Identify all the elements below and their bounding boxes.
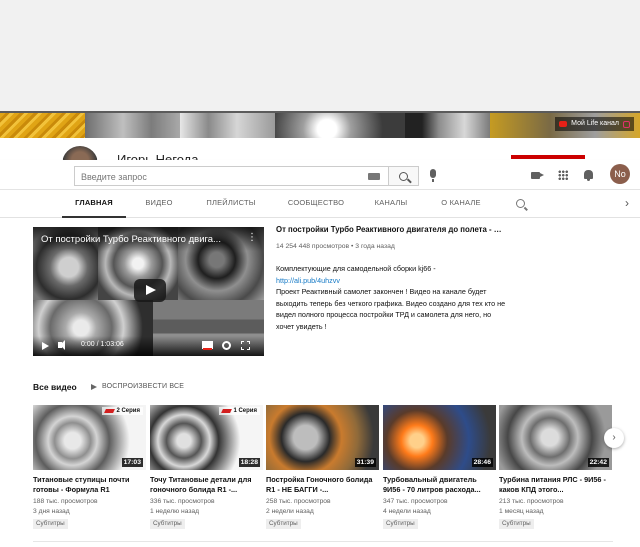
play-button[interactable] bbox=[134, 279, 166, 302]
channel-name: Игорь Негода bbox=[117, 152, 199, 160]
subtitles-icon[interactable] bbox=[202, 341, 213, 350]
video-age: 2 недели назад bbox=[266, 508, 314, 515]
channel-home-content: От постройки Турбо Реактивного двига... … bbox=[0, 218, 640, 547]
player-more-icon[interactable]: ⋮ bbox=[247, 232, 257, 243]
banner-links[interactable]: Мой Life канал bbox=[555, 117, 634, 131]
video-thumbnail[interactable]: 28:46 bbox=[383, 405, 496, 470]
video-age: 4 недели назад bbox=[383, 508, 431, 515]
video-age: 1 неделю назад bbox=[150, 508, 200, 515]
video-duration: 28:46 bbox=[471, 458, 493, 467]
subtitles-badge: Субтитры bbox=[150, 519, 185, 529]
section-title[interactable]: Все видео bbox=[33, 382, 77, 392]
video-age: 1 месяц назад bbox=[499, 508, 544, 515]
account-avatar[interactable]: No bbox=[610, 164, 630, 184]
channel-banner: Мой Life канал bbox=[0, 111, 640, 138]
player-title[interactable]: От постройки Турбо Реактивного двига... bbox=[41, 234, 237, 245]
description-link[interactable]: http://ali.pub/4uhzvv bbox=[276, 275, 506, 287]
channel-header: Игорь Негода bbox=[0, 138, 640, 160]
tabs-next-chevron-icon[interactable]: › bbox=[625, 196, 629, 210]
notifications-bell-icon[interactable] bbox=[584, 170, 593, 181]
video-duration: 31:39 bbox=[354, 458, 376, 467]
tab-home[interactable]: ГЛАВНАЯ bbox=[62, 190, 126, 218]
search-button[interactable] bbox=[389, 166, 419, 186]
video-views: 188 тыс. просмотров bbox=[33, 498, 98, 505]
masthead: No bbox=[0, 160, 640, 190]
featured-video-title[interactable]: От постройки Турбо Реактивного двигателя… bbox=[276, 225, 506, 234]
player-time: 0:00 / 1:03:06 bbox=[81, 341, 124, 348]
video-card[interactable]: 31:39 Постройка Гоночного болида R1 - НЕ… bbox=[266, 405, 379, 535]
play-all-icon bbox=[91, 383, 97, 390]
search-icon bbox=[399, 171, 408, 181]
video-title[interactable]: Постройка Гоночного болида R1 - НЕ БАГГИ… bbox=[266, 475, 378, 495]
subtitles-badge: Субтитры bbox=[499, 519, 534, 529]
channel-avatar[interactable] bbox=[62, 146, 98, 160]
shelf-next-arrow-icon[interactable]: › bbox=[604, 428, 624, 448]
create-video-icon[interactable] bbox=[531, 172, 544, 179]
video-thumbnail[interactable]: 31:39 bbox=[266, 405, 379, 470]
keyboard-icon[interactable] bbox=[368, 173, 380, 180]
volume-icon[interactable] bbox=[58, 340, 65, 350]
description-text: Проект Реактивный самолет закончен ! Вид… bbox=[276, 287, 506, 331]
player-controls: 0:00 / 1:03:06 bbox=[33, 336, 264, 356]
subtitles-badge: Субтитры bbox=[33, 519, 68, 529]
section-divider bbox=[33, 541, 613, 542]
featured-video-description: Комплектующие для самодельной сборки kj6… bbox=[276, 263, 506, 333]
video-title[interactable]: Титановые ступицы почти готовы - Формула… bbox=[33, 475, 145, 495]
video-card[interactable]: 1 Серия 18:28 Точу Титановые детали для … bbox=[150, 405, 263, 535]
banner-link-label: Мой Life канал bbox=[571, 120, 619, 127]
tab-community[interactable]: СООБЩЕСТВО bbox=[280, 190, 352, 218]
settings-gear-icon[interactable] bbox=[222, 341, 231, 350]
video-thumbnail[interactable]: 2 Серия 17:03 bbox=[33, 405, 146, 470]
video-views: 213 тыс. просмотров bbox=[499, 498, 564, 505]
video-card[interactable]: 2 Серия 17:03 Титановые ступицы почти го… bbox=[33, 405, 146, 535]
subtitles-badge: Субтитры bbox=[266, 519, 301, 529]
video-duration: 22:42 bbox=[587, 458, 609, 467]
featured-video-meta: 14 254 448 просмотров • 3 года назад bbox=[276, 243, 395, 250]
video-duration: 18:28 bbox=[238, 458, 260, 467]
play-all-label: ВОСПРОИЗВЕСТИ ВСЕ bbox=[102, 383, 185, 390]
channel-search-icon[interactable] bbox=[516, 199, 525, 208]
tab-channels[interactable]: КАНАЛЫ bbox=[365, 190, 417, 218]
video-views: 336 тыс. просмотров bbox=[150, 498, 215, 505]
search-input[interactable] bbox=[75, 168, 355, 186]
video-thumbnail[interactable]: 1 Серия 18:28 bbox=[150, 405, 263, 470]
video-card[interactable]: 28:46 Турбовальный двигатель 9И56 - 70 л… bbox=[383, 405, 496, 535]
video-thumbnail[interactable]: 22:42 bbox=[499, 405, 612, 470]
description-line: Комплектующие для самодельной сборки kj6… bbox=[276, 264, 436, 273]
video-title[interactable]: Турбовальный двигатель 9И56 - 70 литров … bbox=[383, 475, 495, 495]
youtube-icon bbox=[559, 121, 568, 127]
video-views: 347 тыс. просмотров bbox=[383, 498, 448, 505]
video-card[interactable]: 22:42 Турбина питания РЛС - 9И56 - каков… bbox=[499, 405, 612, 535]
subscribe-button[interactable] bbox=[511, 155, 585, 159]
search-box[interactable] bbox=[74, 166, 389, 186]
tab-playlists[interactable]: ПЛЕЙЛИСТЫ bbox=[196, 190, 266, 218]
subtitles-badge: Субтитры bbox=[383, 519, 418, 529]
series-badge: 2 Серия bbox=[102, 407, 143, 415]
video-title[interactable]: Турбина питания РЛС - 9И56 - каков КПД э… bbox=[499, 475, 611, 495]
apps-grid-icon[interactable] bbox=[558, 170, 568, 180]
tab-videos[interactable]: ВИДЕО bbox=[134, 190, 184, 218]
top-blank-area bbox=[0, 0, 640, 112]
video-duration: 17:03 bbox=[121, 458, 143, 467]
video-shelf: 2 Серия 17:03 Титановые ступицы почти го… bbox=[33, 405, 613, 535]
play-icon[interactable] bbox=[42, 342, 49, 350]
video-views: 258 тыс. просмотров bbox=[266, 498, 331, 505]
featured-video-player[interactable]: От постройки Турбо Реактивного двига... … bbox=[33, 227, 264, 356]
series-badge: 1 Серия bbox=[219, 407, 260, 415]
play-all-button[interactable]: ВОСПРОИЗВЕСТИ ВСЕ bbox=[91, 383, 184, 390]
instagram-icon[interactable] bbox=[623, 120, 630, 128]
video-title[interactable]: Точу Титановые детали для гоночного боли… bbox=[150, 475, 262, 495]
microphone-icon[interactable] bbox=[430, 169, 436, 182]
channel-tabs: ГЛАВНАЯ ВИДЕО ПЛЕЙЛИСТЫ СООБЩЕСТВО КАНАЛ… bbox=[0, 190, 640, 218]
video-age: 3 дня назад bbox=[33, 508, 70, 515]
fullscreen-icon[interactable] bbox=[241, 341, 250, 350]
tab-about[interactable]: О КАНАЛЕ bbox=[430, 190, 492, 218]
